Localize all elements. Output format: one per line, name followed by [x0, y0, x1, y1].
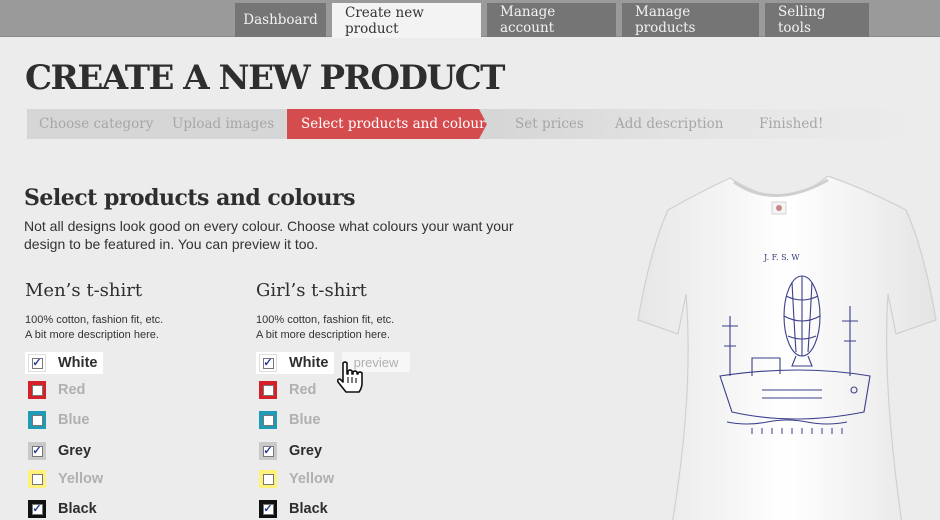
colour-checkbox[interactable]: ✓ — [28, 442, 46, 460]
colour-label: Yellow — [58, 471, 104, 487]
product-description: 100% cotton, fashion fit, etc. A bit mor… — [25, 313, 245, 343]
colour-checkbox[interactable] — [28, 381, 46, 399]
colour-option-grey[interactable]: ✓ Grey — [25, 440, 91, 462]
colour-checkbox[interactable]: ✓ — [259, 500, 277, 518]
colour-option-blue[interactable]: Blue — [256, 409, 320, 431]
product-desc-line-1: 100% cotton, fashion fit, etc. — [256, 314, 395, 326]
product-description: 100% cotton, fashion fit, etc. A bit mor… — [256, 313, 476, 343]
colour-label: Red — [58, 382, 86, 398]
colour-option-white[interactable]: ✓ White — [25, 352, 104, 374]
product-title: Men’s t-shirt — [25, 280, 143, 301]
step-add-description[interactable]: Add description — [615, 109, 723, 139]
section-title: Select products and colours — [24, 185, 355, 211]
colour-checkbox[interactable]: ✓ — [28, 354, 46, 372]
colour-label: Black — [289, 501, 328, 517]
colour-checkbox[interactable] — [259, 381, 277, 399]
checkmark-icon: ✓ — [262, 356, 274, 369]
product-desc-line-1: 100% cotton, fashion fit, etc. — [25, 314, 164, 326]
product-girls-tshirt: Girl’s t-shirt 100% cotton, fashion fit,… — [256, 280, 476, 518]
tab-manage-account[interactable]: Manage account — [487, 3, 616, 37]
colour-option-yellow[interactable]: Yellow — [25, 468, 103, 490]
tab-dashboard[interactable]: Dashboard — [235, 3, 326, 37]
step-progress-bar: Choose category Upload images Select pro… — [27, 109, 940, 139]
step-finished[interactable]: Finished! — [759, 109, 823, 139]
empty-checkbox-icon — [262, 473, 274, 485]
colour-option-blue[interactable]: Blue — [25, 409, 89, 431]
step-upload-images[interactable]: Upload images — [172, 109, 274, 139]
colour-checkbox[interactable] — [28, 411, 46, 429]
nav-tabs: Dashboard Create new product Manage acco… — [235, 3, 869, 38]
colour-option-grey[interactable]: ✓ Grey — [256, 440, 322, 462]
colour-option-red[interactable]: Red — [25, 379, 85, 401]
colour-label: Blue — [58, 412, 90, 428]
page-title: CREATE A NEW PRODUCT — [25, 58, 505, 98]
tab-create-new-product[interactable]: Create new product — [332, 3, 481, 38]
product-desc-line-2: A bit more description here. — [256, 329, 390, 341]
checkmark-icon: ✓ — [31, 444, 43, 457]
section-description: Not all designs look good on every colou… — [24, 218, 514, 252]
tab-manage-products[interactable]: Manage products — [622, 3, 759, 37]
tshirt-preview-image: J. F. S. W — [637, 176, 937, 520]
colour-option-red[interactable]: Red — [256, 379, 316, 401]
colour-option-black[interactable]: ✓ Black — [25, 498, 97, 520]
product-mens-tshirt: Men’s t-shirt 100% cotton, fashion fit, … — [25, 280, 245, 518]
tab-selling-tools[interactable]: Selling tools — [765, 3, 869, 37]
product-title: Girl’s t-shirt — [256, 280, 367, 301]
empty-checkbox-icon — [262, 414, 274, 426]
colour-checkbox[interactable]: ✓ — [259, 442, 277, 460]
empty-checkbox-icon — [31, 384, 43, 396]
product-desc-line-2: A bit more description here. — [25, 329, 159, 341]
step-select-products[interactable]: Select products and colours — [287, 109, 487, 139]
checkmark-icon: ✓ — [31, 356, 43, 369]
checkmark-icon: ✓ — [262, 444, 274, 457]
colour-label: Grey — [58, 443, 92, 459]
colour-option-black[interactable]: ✓ Black — [256, 498, 328, 520]
empty-checkbox-icon — [31, 473, 43, 485]
colour-option-yellow[interactable]: Yellow — [256, 468, 334, 490]
checkmark-icon: ✓ — [31, 502, 43, 515]
colour-checkbox[interactable] — [28, 470, 46, 488]
hand-cursor-icon — [336, 361, 363, 393]
colour-label: Yellow — [289, 471, 335, 487]
colour-checkbox[interactable] — [259, 470, 277, 488]
empty-checkbox-icon — [262, 384, 274, 396]
top-nav-bar: Dashboard Create new product Manage acco… — [0, 0, 940, 38]
checkmark-icon: ✓ — [262, 502, 274, 515]
colour-label: White — [289, 355, 329, 371]
colour-checkbox[interactable] — [259, 411, 277, 429]
colour-label: Red — [289, 382, 317, 398]
step-set-prices[interactable]: Set prices — [515, 109, 584, 139]
colour-option-white[interactable]: ✓ White — [256, 352, 335, 374]
colour-checkbox[interactable]: ✓ — [259, 354, 277, 372]
colour-label: Blue — [289, 412, 321, 428]
step-choose-category[interactable]: Choose category — [39, 109, 153, 139]
colour-label: White — [58, 355, 98, 371]
shirt-print-text: J. F. S. W — [763, 253, 800, 262]
colour-label: Grey — [289, 443, 323, 459]
colour-label: Black — [58, 501, 97, 517]
colour-checkbox[interactable]: ✓ — [28, 500, 46, 518]
empty-checkbox-icon — [31, 414, 43, 426]
